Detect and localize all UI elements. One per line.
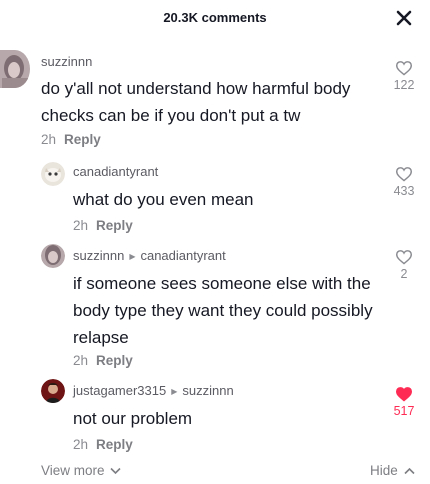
reply-button[interactable]: Reply bbox=[96, 218, 133, 233]
comment-meta: 2h Reply bbox=[73, 218, 133, 233]
comment-username[interactable]: suzzinnn bbox=[41, 54, 92, 69]
reply-to-username[interactable]: suzzinnn bbox=[182, 383, 233, 398]
reply-arrow-icon: ▶ bbox=[171, 387, 178, 396]
reply-item: justagamer3315 ▶ suzzinnn not our problem … bbox=[0, 377, 430, 459]
comment-count-title: 20.3K comments bbox=[163, 10, 267, 25]
like-button[interactable]: 433 bbox=[386, 166, 422, 198]
reply-button[interactable]: Reply bbox=[64, 132, 101, 147]
like-count: 433 bbox=[393, 184, 415, 198]
comments-header: 20.3K comments bbox=[0, 0, 430, 34]
close-icon[interactable] bbox=[396, 10, 412, 26]
comment-meta: 2h Reply bbox=[73, 353, 133, 368]
comment-meta: 2h Reply bbox=[73, 437, 133, 452]
comment-username[interactable]: canadiantyrant bbox=[73, 164, 158, 179]
view-more-button[interactable]: View more bbox=[41, 463, 121, 478]
heart-icon bbox=[395, 167, 413, 182]
comment-time: 2h bbox=[73, 437, 89, 452]
like-count: 2 bbox=[400, 267, 408, 281]
like-button[interactable]: 122 bbox=[386, 60, 422, 92]
like-count: 122 bbox=[393, 78, 415, 92]
comment-text: not our problem bbox=[73, 409, 193, 428]
like-count: 517 bbox=[393, 404, 415, 418]
avatar[interactable] bbox=[41, 244, 65, 268]
reply-item: suzzinnn ▶ canadiantyrant if someone sees … bbox=[0, 243, 430, 373]
comment-text: if someone sees someone else with the bo… bbox=[73, 274, 373, 347]
comment-username-text[interactable]: justagamer3315 bbox=[73, 383, 166, 398]
reply-item: canadiantyrant what do you even mean 2h R… bbox=[0, 158, 430, 238]
reply-button[interactable]: Reply bbox=[96, 353, 133, 368]
comment-meta: 2h Reply bbox=[41, 132, 101, 147]
heart-icon bbox=[395, 61, 413, 76]
comment-time: 2h bbox=[73, 218, 89, 233]
chevron-down-icon bbox=[110, 468, 121, 475]
avatar[interactable] bbox=[41, 379, 65, 403]
reply-to-username[interactable]: canadiantyrant bbox=[140, 248, 225, 263]
avatar[interactable] bbox=[0, 50, 30, 88]
avatar[interactable] bbox=[41, 162, 65, 186]
hide-button[interactable]: Hide bbox=[370, 463, 415, 478]
like-button[interactable]: 517 bbox=[386, 386, 422, 418]
comment-text: what do you even mean bbox=[73, 190, 254, 209]
like-button[interactable]: 2 bbox=[386, 249, 422, 281]
reply-button[interactable]: Reply bbox=[96, 437, 133, 452]
comment-item: suzzinnn do y'all not understand how har… bbox=[0, 46, 430, 156]
heart-filled-icon bbox=[395, 387, 413, 402]
heart-icon bbox=[395, 250, 413, 265]
reply-arrow-icon: ▶ bbox=[129, 252, 136, 261]
hide-label: Hide bbox=[370, 463, 398, 478]
comment-username[interactable]: justagamer3315 ▶ suzzinnn bbox=[73, 383, 234, 398]
comment-time: 2h bbox=[41, 132, 57, 147]
comment-username[interactable]: suzzinnn ▶ canadiantyrant bbox=[73, 248, 226, 263]
comment-username-text[interactable]: suzzinnn bbox=[73, 248, 124, 263]
chevron-up-icon bbox=[403, 468, 415, 475]
view-more-label: View more bbox=[41, 463, 105, 478]
comment-text: do y'all not understand how harmful body… bbox=[41, 79, 351, 125]
comment-time: 2h bbox=[73, 353, 89, 368]
